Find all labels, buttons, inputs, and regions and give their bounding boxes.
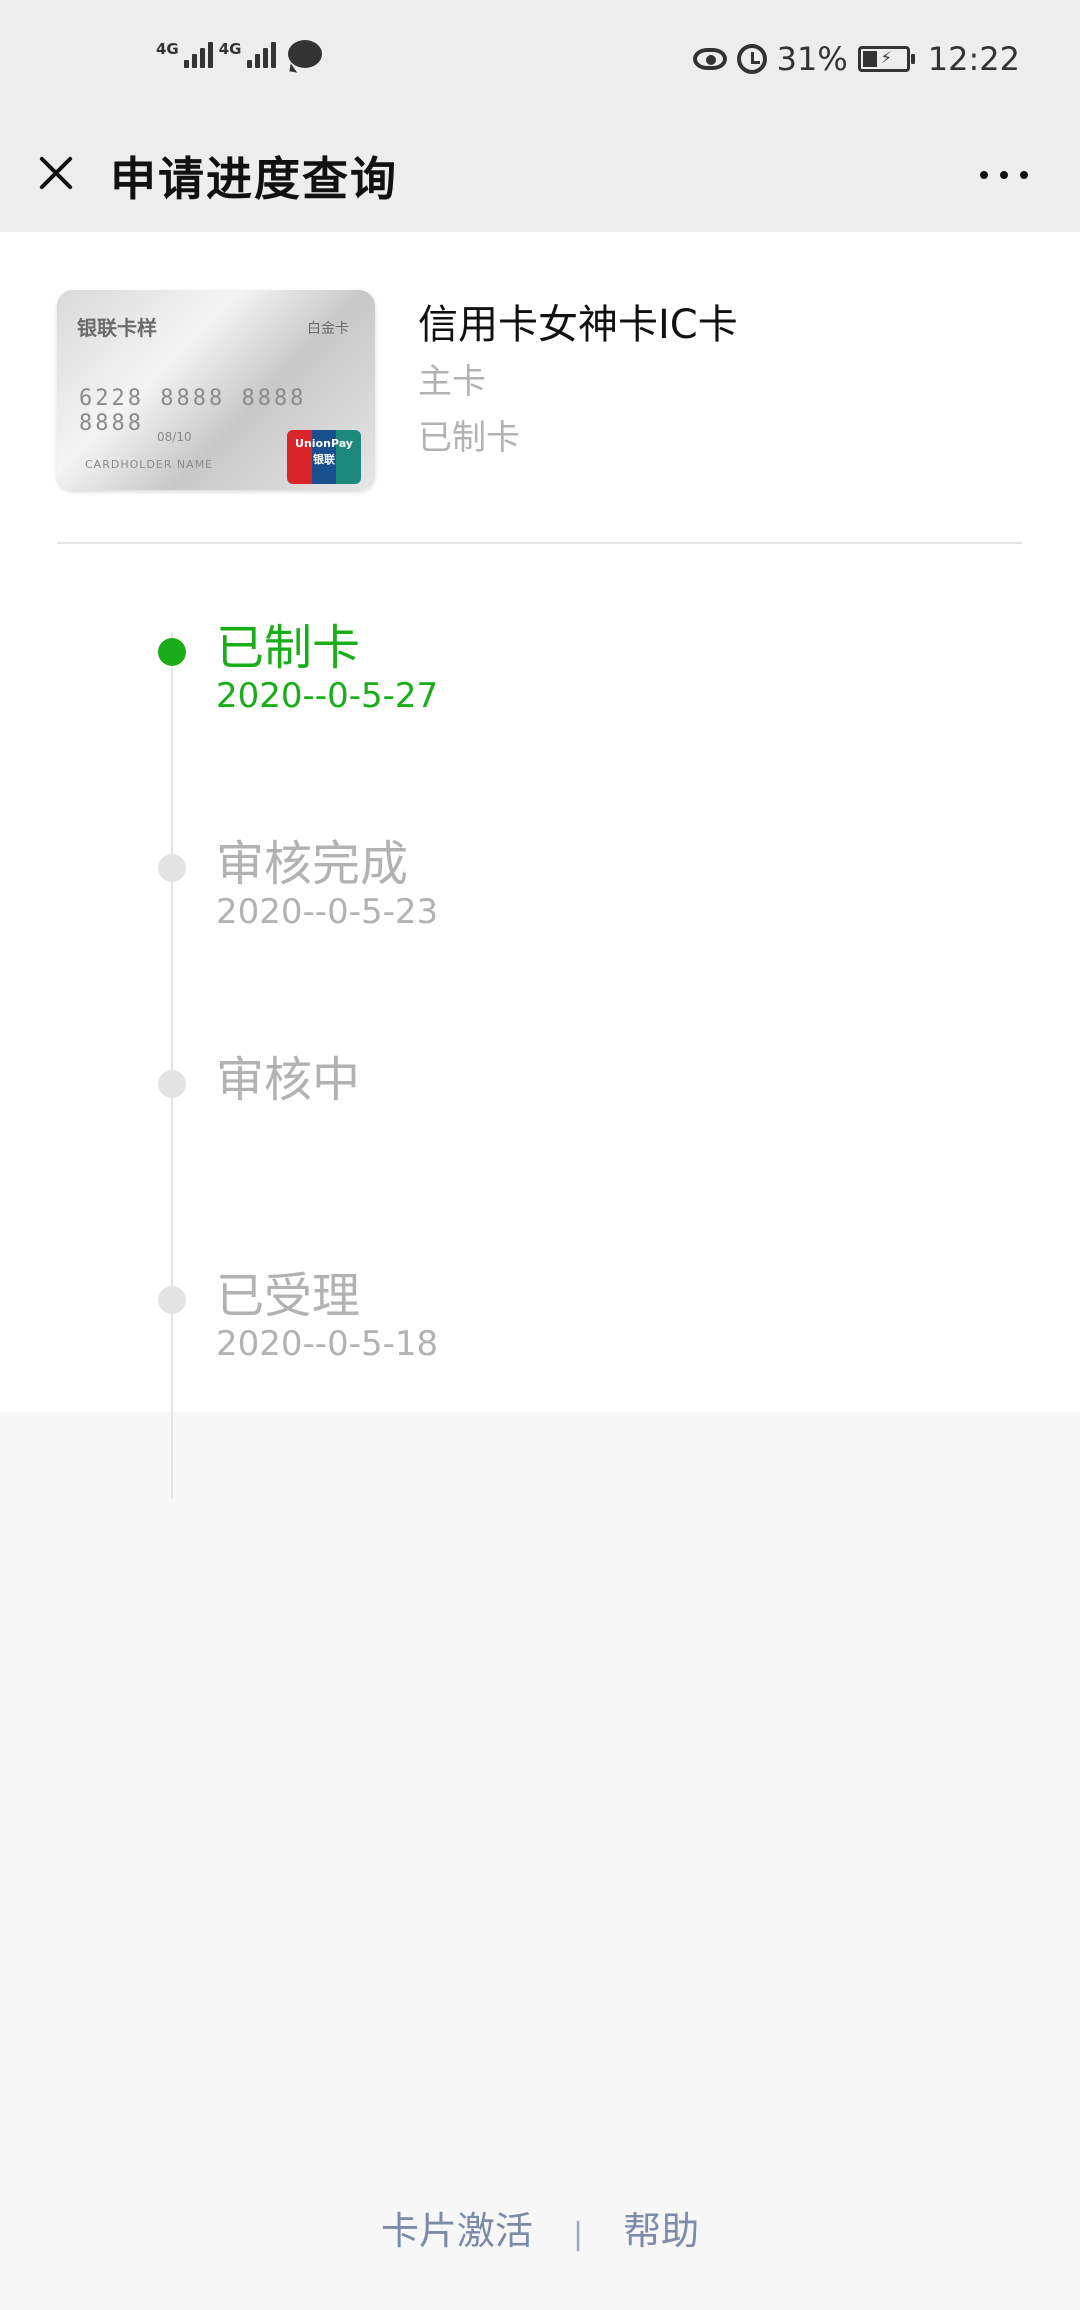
signal-icon: 4G (156, 42, 213, 68)
timeline-step-date: 2020--0-5-23 (216, 892, 439, 932)
network-label: 4G (156, 40, 179, 58)
status-left: 4G 4G (156, 40, 322, 68)
title-bar: 申请进度查询 (0, 125, 1080, 232)
divider (57, 542, 1022, 544)
timeline-step-label: 已制卡 (216, 620, 361, 676)
timeline-step-date: 2020--0-5-18 (216, 1324, 439, 1364)
more-options-icon[interactable] (980, 165, 1040, 185)
content-panel: 银联卡样 白金卡 6228 8888 8888 8888 08/10 CARDH… (0, 232, 1080, 1498)
eye-comfort-icon (692, 48, 727, 70)
wechat-notification-icon (287, 40, 322, 68)
timeline-dot (158, 1286, 186, 1314)
close-icon[interactable] (30, 147, 80, 197)
status-right: 31% ⚡ 12:22 (692, 40, 1020, 78)
timeline-step-label: 已受理 (216, 1268, 361, 1324)
alarm-icon (736, 44, 767, 74)
card-type: 主卡 (418, 362, 486, 402)
card-status: 已制卡 (418, 418, 520, 458)
footer-links: 卡片激活 | 帮助 (0, 2200, 1080, 2255)
status-bar: 4G 4G 31% ⚡ 12:22 (0, 0, 1080, 125)
timeline-line (171, 632, 173, 1498)
footer-separator: | (572, 2217, 584, 2252)
timeline-step-label: 审核中 (216, 1052, 361, 1108)
battery-percent: 31% (776, 40, 848, 78)
unionpay-logo-icon: UnionPay 银联 (287, 430, 361, 484)
card-image-number: 6228 8888 8888 8888 (79, 386, 307, 436)
network-label-2: 4G (218, 40, 242, 58)
card-name: 信用卡女神卡IC卡 (418, 302, 738, 348)
timeline-step-date: 2020--0-5-27 (216, 676, 439, 716)
unionpay-logo-text: UnionPay 银联 (295, 437, 353, 466)
help-link[interactable]: 帮助 (623, 2200, 699, 2255)
card-image: 银联卡样 白金卡 6228 8888 8888 8888 08/10 CARDH… (57, 290, 375, 490)
card-image-valid: 08/10 (157, 430, 192, 444)
timeline-dot (158, 1070, 186, 1098)
page-title: 申请进度查询 (110, 152, 398, 206)
timeline-dot (158, 854, 186, 882)
timeline-step-label: 审核完成 (216, 836, 409, 892)
clock: 12:22 (927, 40, 1020, 78)
card-image-tier: 白金卡 (307, 321, 349, 337)
card-image-holder: CARDHOLDER NAME (85, 458, 214, 471)
battery-icon: ⚡ (857, 46, 915, 72)
card-image-brand: 银联卡样 (77, 316, 157, 340)
signal-icon-2: 4G (219, 42, 276, 68)
timeline-dot-active (158, 638, 186, 666)
activate-card-link[interactable]: 卡片激活 (381, 2200, 533, 2255)
